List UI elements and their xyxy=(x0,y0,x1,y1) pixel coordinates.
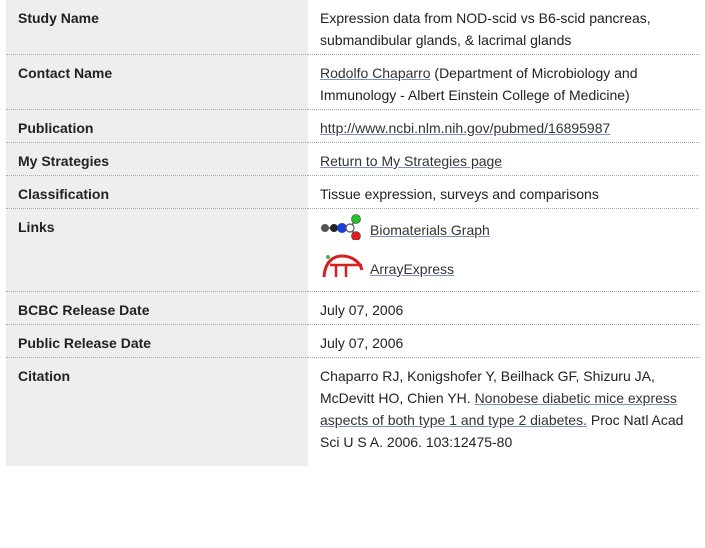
links-cell: Biomaterials Graph ArrayExpress xyxy=(308,208,699,292)
study-name-value: Expression data from NOD-scid vs B6-scid… xyxy=(308,0,699,55)
public-release-date-label: Public Release Date xyxy=(6,324,308,358)
contact-name-cell: Rodolfo Chaparro (Department of Microbio… xyxy=(308,54,699,110)
citation-label: Citation xyxy=(6,357,308,466)
row-links: Links Biomaterials Graph ArrayExpress xyxy=(6,208,699,292)
citation-cell: Chaparro RJ, Konigshofer Y, Beilhack GF,… xyxy=(308,357,699,466)
study-details-table: Study Name Expression data from NOD-scid… xyxy=(6,0,699,466)
bcbc-release-date-value: July 07, 2006 xyxy=(308,291,699,325)
row-publication: Publication http://www.ncbi.nlm.nih.gov/… xyxy=(6,109,699,143)
my-strategies-label: My Strategies xyxy=(6,142,308,176)
row-public-release-date: Public Release Date July 07, 2006 xyxy=(6,324,699,358)
contact-name-link[interactable]: Rodolfo Chaparro xyxy=(320,65,431,81)
arrayexpress-item: ArrayExpress xyxy=(320,253,689,285)
row-contact-name: Contact Name Rodolfo Chaparro (Departmen… xyxy=(6,54,699,110)
return-to-strategies-link[interactable]: Return to My Strategies page xyxy=(320,153,502,169)
biomaterials-graph-item: Biomaterials Graph xyxy=(320,213,689,246)
row-study-name: Study Name Expression data from NOD-scid… xyxy=(6,0,699,55)
study-name-label: Study Name xyxy=(6,0,308,55)
classification-label: Classification xyxy=(6,175,308,209)
publication-link[interactable]: http://www.ncbi.nlm.nih.gov/pubmed/16895… xyxy=(320,120,610,136)
classification-value: Tissue expression, surveys and compariso… xyxy=(308,175,699,209)
bcbc-release-date-label: BCBC Release Date xyxy=(6,291,308,325)
row-citation: Citation Chaparro RJ, Konigshofer Y, Bei… xyxy=(6,357,699,466)
public-release-date-value: July 07, 2006 xyxy=(308,324,699,358)
row-classification: Classification Tissue expression, survey… xyxy=(6,175,699,209)
biomaterials-graph-icon[interactable] xyxy=(320,213,368,246)
row-bcbc-release-date: BCBC Release Date July 07, 2006 xyxy=(6,291,699,325)
row-my-strategies: My Strategies Return to My Strategies pa… xyxy=(6,142,699,176)
biomaterials-graph-link[interactable]: Biomaterials Graph xyxy=(370,219,490,241)
my-strategies-cell: Return to My Strategies page xyxy=(308,142,699,176)
publication-label: Publication xyxy=(6,109,308,143)
contact-name-label: Contact Name xyxy=(6,54,308,110)
arrayexpress-link[interactable]: ArrayExpress xyxy=(370,258,454,280)
arrayexpress-logo-icon[interactable] xyxy=(320,253,368,285)
links-label: Links xyxy=(6,208,308,292)
publication-cell: http://www.ncbi.nlm.nih.gov/pubmed/16895… xyxy=(308,109,699,143)
